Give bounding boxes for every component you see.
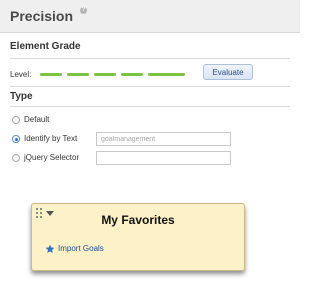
import-goals-link[interactable]: Import Goals <box>58 244 104 253</box>
help-icon[interactable]: ? <box>80 7 87 14</box>
default-radio-label[interactable]: Default <box>24 115 49 124</box>
type-heading: Type <box>10 91 33 102</box>
my-favorites-widget: My Favorites Import Goals <box>31 203 245 271</box>
level-segment <box>121 73 143 76</box>
precision-panel: Precision ? Element Grade Level: Evaluat… <box>0 0 300 176</box>
level-label: Level: <box>10 70 32 79</box>
divider <box>10 106 290 107</box>
jquery-selector-radio[interactable] <box>12 154 20 162</box>
level-segment <box>40 73 62 76</box>
level-segment <box>67 73 89 76</box>
element-grade-heading: Element Grade <box>10 41 81 52</box>
favorites-title: My Favorites <box>101 213 175 227</box>
evaluate-button[interactable]: Evaluate <box>203 64 253 80</box>
default-radio[interactable] <box>12 116 20 124</box>
identify-by-text-radio[interactable] <box>12 135 20 143</box>
panel-title: Precision <box>10 8 74 24</box>
divider <box>10 86 290 87</box>
divider <box>10 58 290 59</box>
star-icon <box>45 244 55 253</box>
identify-text-field[interactable] <box>96 132 231 146</box>
jquery-selector-field[interactable] <box>96 151 231 165</box>
level-segment <box>161 73 185 76</box>
level-segment <box>94 73 116 76</box>
panel-header: Precision ? <box>0 0 300 33</box>
jquery-selector-radio-label[interactable]: jQuery Selector <box>24 153 79 162</box>
identify-by-text-radio-label[interactable]: Identify by Text <box>24 134 77 143</box>
